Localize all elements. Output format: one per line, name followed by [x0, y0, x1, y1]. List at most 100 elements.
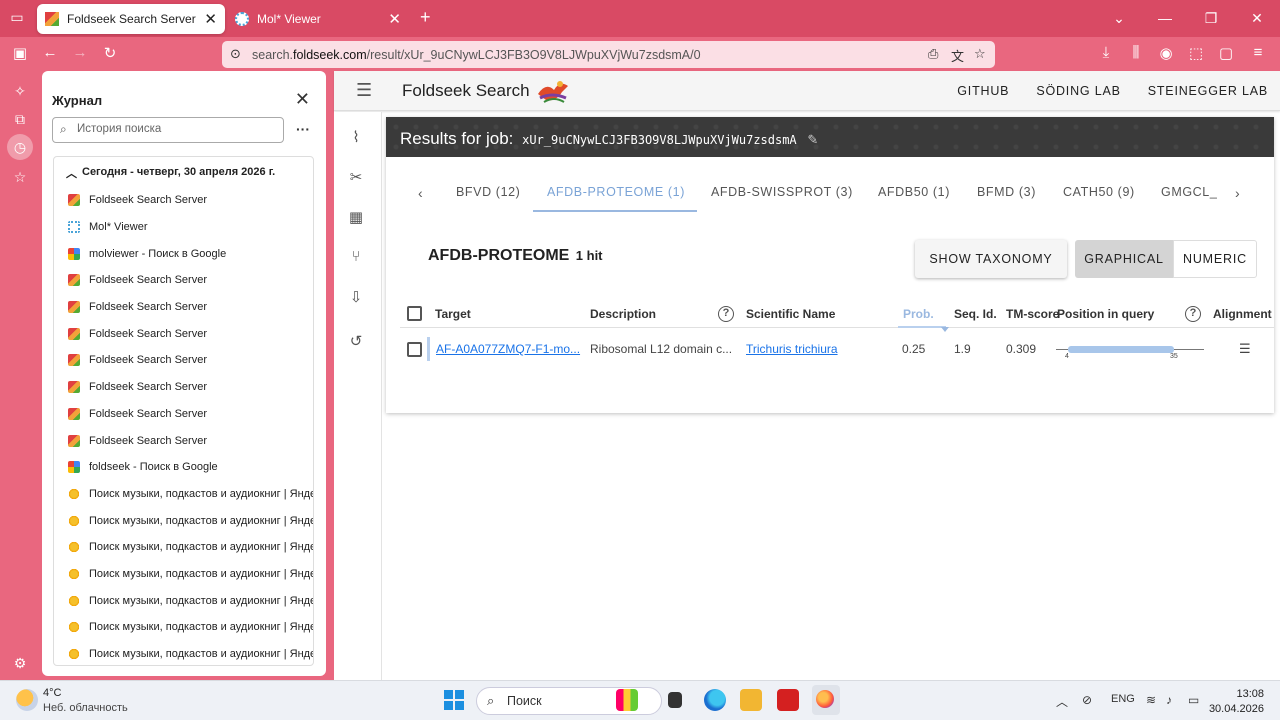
- network-disabled-icon[interactable]: ⊘: [1082, 693, 1092, 707]
- history-item[interactable]: Mol* Viewer: [54, 214, 313, 241]
- tab-afdb-swissprot[interactable]: AFDB-SWISSPROT (3): [711, 185, 853, 199]
- history-icon[interactable]: ↺: [346, 332, 366, 352]
- position-in-query-graphic[interactable]: 4 35: [1056, 345, 1204, 365]
- col-alignment[interactable]: Alignment: [1213, 307, 1272, 321]
- result-structure-icon[interactable]: ✂: [346, 168, 366, 188]
- close-icon[interactable]: ✕: [295, 89, 310, 110]
- file-explorer-icon[interactable]: [740, 689, 762, 711]
- history-item[interactable]: Поиск музыки, подкастов и аудиокниг | Ян…: [54, 481, 313, 508]
- history-item[interactable]: Foldseek Search Server: [54, 294, 313, 321]
- col-tm-score[interactable]: TM-score: [1006, 307, 1059, 321]
- account-icon[interactable]: ◉: [1156, 44, 1176, 62]
- maximize-icon[interactable]: ❐: [1188, 0, 1234, 37]
- history-icon[interactable]: ◷: [7, 134, 33, 160]
- history-item[interactable]: Foldseek Search Server: [54, 374, 313, 401]
- tab-molviewer[interactable]: Mol* Viewer ✕: [227, 4, 409, 34]
- edit-pencil-icon[interactable]: ✎: [807, 132, 818, 147]
- tulips-widget-icon[interactable]: [616, 689, 638, 711]
- col-position[interactable]: Position in query: [1057, 307, 1154, 321]
- help-icon[interactable]: ?: [1185, 306, 1201, 322]
- select-all-checkbox[interactable]: [407, 306, 422, 321]
- steinegger-lab-link[interactable]: STEINEGGER LAB: [1148, 84, 1268, 98]
- edge-browser-icon[interactable]: [704, 689, 726, 711]
- back-icon[interactable]: ←: [40, 44, 60, 61]
- history-item[interactable]: Поиск музыки, подкастов и аудиокниг | Ян…: [54, 561, 313, 588]
- history-item[interactable]: molviewer - Поиск в Google: [54, 240, 313, 267]
- github-link[interactable]: GITHUB: [957, 84, 1009, 98]
- close-tab-icon[interactable]: ✕: [204, 10, 217, 28]
- history-item[interactable]: foldseek - Поиск в Google: [54, 454, 313, 481]
- history-item[interactable]: Foldseek Search Server: [54, 427, 313, 454]
- history-item[interactable]: Foldseek Search Server: [54, 267, 313, 294]
- history-item[interactable]: Foldseek Search Server: [54, 347, 313, 374]
- brand-title[interactable]: Foldseek Search: [402, 81, 530, 101]
- chevron-left-icon[interactable]: ‹: [418, 185, 423, 201]
- col-seq-id[interactable]: Seq. Id.: [954, 307, 997, 321]
- history-item[interactable]: Поиск музыки, подкастов и аудиокниг | Ян…: [54, 507, 313, 534]
- history-item[interactable]: Foldseek Search Server: [54, 401, 313, 428]
- settings-gear-icon[interactable]: ⚙: [10, 653, 30, 673]
- tab-afdb50[interactable]: AFDB50 (1): [878, 185, 950, 199]
- tab-bfmd[interactable]: BFMD (3): [977, 185, 1036, 199]
- history-item[interactable]: Поиск музыки, подкастов и аудиокниг | Ян…: [54, 641, 313, 665]
- wifi-icon[interactable]: ≋: [1146, 693, 1156, 707]
- history-group-today[interactable]: ︿ Сегодня - четверг, 30 апреля 2026 г.: [54, 157, 313, 187]
- bookmark-star-icon[interactable]: ☆: [974, 46, 986, 62]
- history-search-input[interactable]: ⌕ История поиска: [52, 117, 284, 143]
- target-link[interactable]: AF-A0A077ZMQ7-F1-mo...: [436, 342, 580, 356]
- history-item[interactable]: Foldseek Search Server: [54, 187, 313, 214]
- scientific-name-link[interactable]: Trichuris trichiura: [746, 342, 838, 356]
- download-file-icon[interactable]: ⇩: [346, 288, 366, 308]
- address-bar[interactable]: ⊙ search. foldseek.com/result/xUr_9uCNywL…: [222, 41, 995, 68]
- menu-icon[interactable]: ≡: [1248, 44, 1268, 61]
- tab-afdb-proteome[interactable]: AFDB-PROTEOME (1): [547, 185, 685, 199]
- l-app-icon[interactable]: [777, 689, 799, 711]
- tab-cath50[interactable]: CATH50 (9): [1063, 185, 1135, 199]
- battery-icon[interactable]: ▭: [1188, 693, 1199, 707]
- show-hidden-icons-icon[interactable]: ︿: [1056, 693, 1068, 710]
- alignment-lines-icon[interactable]: ☰: [1239, 341, 1251, 357]
- language-indicator[interactable]: ENG: [1111, 693, 1135, 705]
- windows-start-icon[interactable]: [444, 690, 464, 710]
- close-window-icon[interactable]: ✕: [1234, 0, 1280, 37]
- system-clock[interactable]: 13:08 30.04.2026: [1209, 687, 1264, 717]
- close-tab-icon[interactable]: ✕: [388, 10, 401, 28]
- tab-bfvd[interactable]: BFVD (12): [456, 185, 520, 199]
- firefox-icon[interactable]: [816, 690, 834, 708]
- numeric-toggle-button[interactable]: NUMERIC: [1173, 240, 1257, 278]
- databases-grid-icon[interactable]: ▦: [346, 208, 366, 228]
- tab-gmgcl[interactable]: GMGCL_: [1161, 185, 1217, 199]
- new-tab-icon[interactable]: +: [420, 7, 431, 28]
- reload-icon[interactable]: ↻: [100, 44, 120, 62]
- col-description[interactable]: Description: [590, 307, 656, 321]
- tab-foldseek[interactable]: Foldseek Search Server ✕: [37, 4, 225, 34]
- row-checkbox[interactable]: [407, 342, 422, 357]
- site-info-icon[interactable]: ⊙: [230, 46, 241, 62]
- history-item[interactable]: Foldseek Search Server: [54, 320, 313, 347]
- branch-icon[interactable]: ⑂: [346, 248, 366, 268]
- col-prob[interactable]: Prob.: [903, 307, 934, 321]
- show-taxonomy-button[interactable]: SHOW TAXONOMY: [915, 240, 1067, 278]
- reader-view-icon[interactable]: ⎙: [928, 46, 938, 62]
- minimize-icon[interactable]: —: [1142, 0, 1188, 37]
- col-scientific-name[interactable]: Scientific Name: [746, 307, 835, 321]
- tab-overview-icon[interactable]: ▭: [8, 9, 26, 27]
- history-item[interactable]: Поиск музыки, подкастов и аудиокниг | Ян…: [54, 534, 313, 561]
- volume-icon[interactable]: ♪: [1166, 693, 1172, 707]
- extensions-icon[interactable]: ⬚: [1186, 44, 1206, 62]
- chevron-right-icon[interactable]: ›: [1235, 185, 1240, 201]
- search-structure-icon[interactable]: ⌇: [346, 128, 366, 148]
- ai-chat-icon[interactable]: ✧: [10, 81, 30, 101]
- library-icon[interactable]: ⫼: [1126, 44, 1146, 61]
- graphical-toggle-button[interactable]: GRAPHICAL: [1075, 240, 1173, 278]
- app-window-icon[interactable]: [668, 692, 682, 708]
- history-item[interactable]: Поиск музыки, подкастов и аудиокниг | Ян…: [54, 587, 313, 614]
- downloads-icon[interactable]: ⤓: [1096, 44, 1116, 61]
- forward-icon[interactable]: →: [70, 44, 90, 61]
- tab-list-icon[interactable]: ⌄: [1096, 0, 1142, 37]
- col-target[interactable]: Target: [435, 307, 471, 321]
- soeding-lab-link[interactable]: SÖDING LAB: [1036, 84, 1120, 98]
- help-icon[interactable]: ?: [718, 306, 734, 322]
- synced-tabs-icon[interactable]: ⧉: [10, 109, 30, 129]
- bookmarks-icon[interactable]: ☆: [10, 167, 30, 187]
